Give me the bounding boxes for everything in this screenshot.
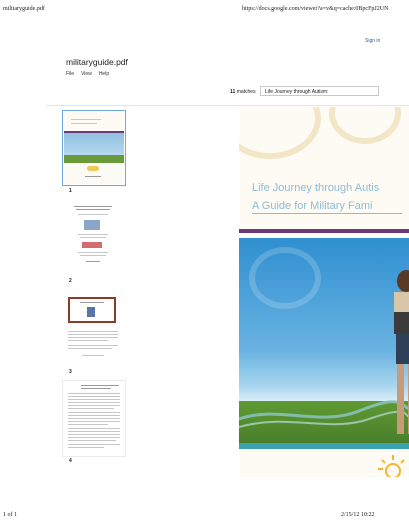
thumb-3-image: [87, 307, 95, 317]
thumb-2-text-line: [80, 237, 106, 238]
thumb-4-text-line: [68, 412, 120, 413]
thumb-4-text-line: [68, 431, 120, 432]
thumb-4-title-line: [81, 385, 119, 386]
print-header-filename: militaryguide.pdf: [3, 6, 45, 12]
print-footer-page: 1 of 1: [3, 512, 17, 518]
document-title: militaryguide.pdf: [66, 57, 128, 67]
thumbnail-label-1: 1: [69, 188, 72, 194]
thumb-1-footer-line: [85, 176, 101, 177]
thumb-4-text-line: [68, 440, 116, 441]
thumb-3-text-line: [82, 355, 104, 356]
photo-sun-decoration: [249, 247, 321, 309]
menu-help[interactable]: Help: [99, 71, 109, 77]
sun-logo-icon: [378, 455, 405, 477]
thumb-2-logo: [82, 242, 102, 248]
thumb-4-text-line: [68, 399, 120, 400]
thumbnail-page-4[interactable]: [62, 380, 126, 457]
thumbnail-page-1[interactable]: [62, 110, 126, 186]
match-count-label: matches: [236, 89, 256, 95]
thumb-1-header: [64, 112, 124, 132]
sign-in-link[interactable]: Sign in: [365, 38, 380, 44]
print-footer-timestamp: 2/15/12 10:22: [341, 512, 375, 518]
thumbnail-page-3[interactable]: [62, 295, 124, 365]
thumb-3-text-line: [68, 331, 118, 332]
thumb-4-text-line: [68, 437, 120, 438]
purple-band: [239, 229, 409, 233]
thumb-4-text-line: [68, 408, 114, 409]
thumbnail-label-2: 2: [69, 278, 72, 284]
cover-title-line-2: A Guide for Military Fami: [252, 200, 373, 212]
print-header-url: https://docs.google.com/viewer?a=v&q=cac…: [242, 6, 389, 12]
thumbnail-page-2[interactable]: [62, 202, 124, 272]
thumb-4-title-line: [81, 388, 111, 389]
docs-viewer: Sign in militaryguide.pdf File View Help…: [20, 20, 409, 500]
menu-file[interactable]: File: [66, 71, 74, 77]
thumb-2-link-line: [86, 261, 100, 262]
thumb-3-frame: [68, 297, 116, 323]
thumb-2-text-line: [80, 255, 106, 256]
thumbnail-label-3: 3: [69, 369, 72, 375]
thumb-4-text-line: [68, 444, 120, 445]
match-count: 11 matches: [230, 89, 256, 95]
thumb-2-title-line: [76, 209, 110, 210]
thumb-1-title-line: [71, 119, 101, 120]
menu-bar: File View Help: [66, 71, 109, 77]
menu-view[interactable]: View: [81, 71, 92, 77]
thumb-3-text-line: [68, 345, 118, 346]
thumb-4-text-line: [68, 428, 120, 429]
thumb-4-text-line: [68, 447, 104, 448]
toolbar-divider: [46, 105, 409, 106]
thumb-2-image: [84, 220, 100, 230]
thumbnail-label-4: 4: [69, 458, 72, 464]
thumb-2-text-line: [78, 214, 108, 215]
thumb-4-text-line: [68, 434, 120, 435]
thumb-2-text-line: [78, 234, 108, 235]
thumb-4-text-line: [68, 421, 120, 422]
thumb-3-title-line: [80, 302, 104, 303]
thumb-3-text-line: [68, 348, 112, 349]
thumb-1-title-line: [71, 123, 97, 124]
thumb-1-grass: [64, 155, 124, 163]
match-count-number: 11: [230, 89, 236, 95]
thumb-4-text-line: [68, 418, 120, 419]
person-figure: [394, 270, 409, 434]
thumb-3-text-line: [68, 340, 108, 341]
thumb-4-text-line: [68, 396, 120, 397]
thumb-2-text-line: [78, 252, 108, 253]
cover-title-line-1: Life Journey through Autis: [252, 182, 380, 194]
thumb-4-text-line: [68, 393, 120, 394]
main-page-view: Life Journey through Autis A Guide for M…: [239, 107, 409, 477]
thumb-4-text-line: [68, 415, 120, 416]
thumb-2-title-line: [74, 206, 112, 207]
thumb-4-text-line: [68, 405, 120, 406]
thumb-4-text-line: [68, 424, 108, 425]
thumb-1-logo: [87, 166, 99, 171]
title-underline: [252, 213, 402, 214]
thumb-3-text-line: [68, 337, 118, 338]
search-input[interactable]: Life Journey through Autism:: [260, 86, 379, 96]
thumb-4-text-line: [68, 402, 120, 403]
thumb-3-text-line: [68, 334, 118, 335]
